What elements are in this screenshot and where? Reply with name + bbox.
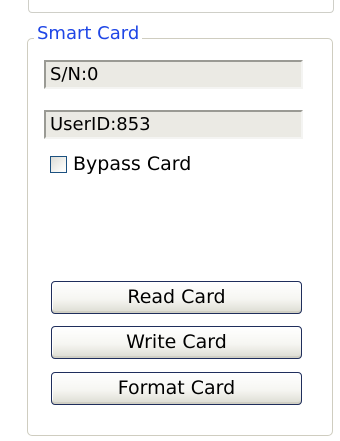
smart-card-panel: Smart Card S/N:0 UserID:853 Bypass Card … [0, 0, 340, 441]
smart-card-group-title: Smart Card [34, 22, 143, 46]
read-card-button[interactable]: Read Card [51, 281, 302, 314]
upper-panel-edge [28, 0, 334, 13]
bypass-card-label[interactable]: Bypass Card [73, 152, 191, 176]
bypass-card-checkbox[interactable] [50, 155, 67, 173]
user-id-field: UserID:853 [44, 110, 303, 139]
serial-number-field: S/N:0 [44, 60, 303, 89]
bypass-card-option[interactable]: Bypass Card [50, 150, 191, 178]
write-card-button[interactable]: Write Card [51, 326, 302, 359]
format-card-button[interactable]: Format Card [51, 372, 302, 405]
